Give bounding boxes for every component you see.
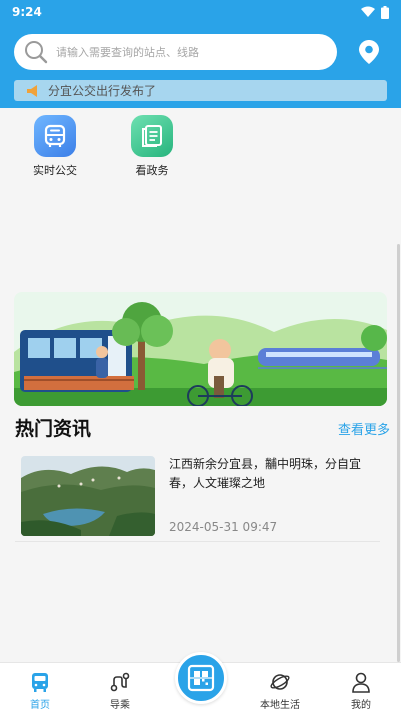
megaphone-icon [27,84,37,97]
nav-label: 导乘 [110,700,130,711]
location-pin-icon [359,40,379,64]
bus-icon [32,673,48,692]
notice-text: 分宜公交出行发布了 [48,84,157,98]
nav-item-home[interactable]: 首页 [10,671,70,711]
status-time: 9:24 [12,5,42,19]
search-placeholder: 请输入需要查询的站点、线路 [56,46,199,59]
battery-icon [381,5,389,19]
nav-item-mine[interactable]: 我的 [331,671,391,711]
news-thumbnail [21,456,155,536]
shortcut-label: 看政务 [135,164,169,177]
banner-illustration [14,292,387,406]
shortcut-gov-affairs[interactable]: 看政务 [120,115,184,178]
section-title: 热门资讯 [15,418,92,440]
search-input[interactable]: 请输入需要查询的站点、线路 [14,34,337,70]
news-date: 2024-05-31 09:47 [169,520,278,534]
shortcut-label: 实时公交 [33,164,77,177]
location-button[interactable] [357,38,381,66]
promo-banner[interactable] [14,292,387,406]
scrollbar[interactable] [397,244,400,662]
news-section-header: 热门资讯 查看更多 [15,414,390,442]
qr-scan-icon [187,664,215,692]
status-bar: 9:24 [0,0,401,24]
shortcut-icon-wrap [131,115,173,157]
qr-scan-button[interactable] [175,652,227,704]
route-icon [110,672,130,692]
nav-label: 本地生活 [260,700,300,711]
news-title: 江西新余分宜县，黼中明珠，分自宜春，人文璀璨之地 [169,457,362,490]
notice-bar[interactable]: 分宜公交出行发布了 [14,80,387,101]
nav-item-guide[interactable]: 导乘 [90,671,150,711]
search-icon [25,41,48,64]
nav-label: 首页 [30,700,50,711]
nav-item-local-life[interactable]: 本地生活 [250,671,310,711]
bus-icon [44,124,66,147]
nav-label: 我的 [351,700,371,711]
planet-icon [270,674,290,690]
wifi-icon [361,6,375,17]
shortcut-realtime-bus[interactable]: 实时公交 [23,115,87,178]
shortcut-icon-wrap [34,115,76,157]
view-more-link[interactable]: 查看更多 [338,419,390,438]
person-icon [352,672,370,693]
document-icon [142,125,162,147]
landscape-image [21,456,155,536]
news-list-item[interactable]: 江西新余分宜县，黼中明珠，分自宜春，人文璀璨之地 2024-05-31 09:4… [15,450,380,542]
status-icons [361,5,389,19]
